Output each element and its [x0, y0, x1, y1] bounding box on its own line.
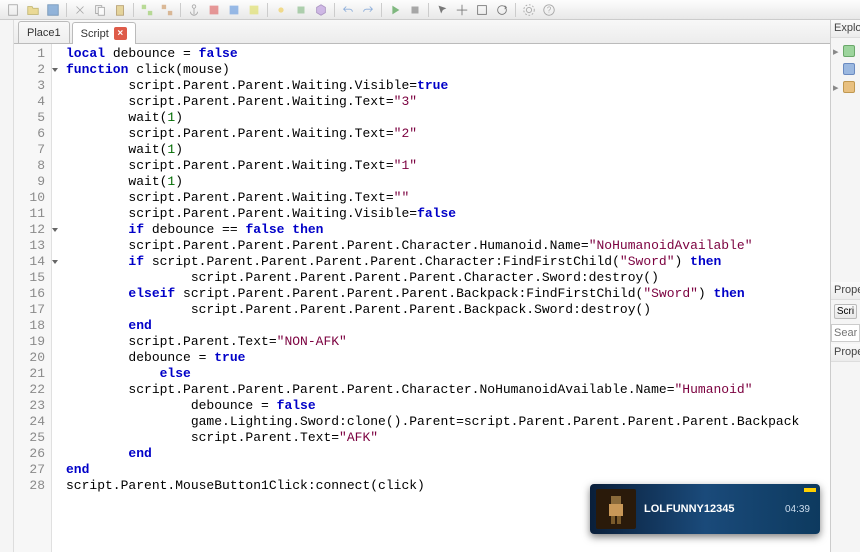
code-content[interactable]: local debounce = falsefunction click(mou… — [62, 44, 830, 552]
tree-item[interactable]: ▸ — [833, 42, 858, 60]
ungroup-icon[interactable] — [158, 2, 176, 18]
new-icon[interactable] — [4, 2, 22, 18]
explorer-tree[interactable]: ▸ ▸ — [831, 38, 860, 100]
color-icon[interactable] — [205, 2, 223, 18]
code-editor[interactable]: 1234567891011121314151617181920212223242… — [14, 44, 830, 552]
tree-item[interactable] — [833, 60, 858, 78]
search-input[interactable] — [831, 324, 860, 342]
surface-icon[interactable] — [245, 2, 263, 18]
close-icon[interactable]: × — [114, 27, 127, 40]
model-icon[interactable] — [312, 2, 330, 18]
tab-place1[interactable]: Place1 — [18, 21, 70, 43]
svg-text:?: ? — [547, 5, 552, 14]
cut-icon[interactable] — [71, 2, 89, 18]
open-icon[interactable] — [24, 2, 42, 18]
tab-script[interactable]: Script × — [72, 22, 136, 44]
script-filter-button[interactable]: Scri — [834, 304, 857, 319]
paste-icon[interactable] — [111, 2, 129, 18]
undo-icon[interactable] — [339, 2, 357, 18]
help-icon[interactable]: ? — [540, 2, 558, 18]
notification-toast[interactable]: LOLFUNNY12345 04:39 — [590, 484, 820, 534]
move-icon[interactable] — [453, 2, 471, 18]
toast-username: LOLFUNNY12345 — [644, 503, 777, 515]
tab-bar: Place1 Script × — [14, 20, 830, 44]
left-gutter — [0, 20, 14, 552]
select-icon[interactable] — [433, 2, 451, 18]
right-panel: Explor ▸ ▸ Prope Scri Prope — [830, 20, 860, 552]
tree-item[interactable]: ▸ — [833, 78, 858, 96]
explorer-header[interactable]: Explor — [831, 20, 860, 38]
toast-timestamp: 04:39 — [785, 504, 814, 515]
main-toolbar: ? — [0, 0, 860, 20]
fold-gutter[interactable] — [52, 44, 62, 552]
group-icon[interactable] — [138, 2, 156, 18]
stop-icon[interactable] — [406, 2, 424, 18]
play-icon[interactable] — [386, 2, 404, 18]
tab-label: Script — [81, 28, 109, 40]
avatar — [596, 489, 636, 529]
tab-label: Place1 — [27, 27, 61, 39]
properties-body — [831, 362, 860, 552]
copy-icon[interactable] — [91, 2, 109, 18]
save-icon[interactable] — [44, 2, 62, 18]
properties-header[interactable]: Prope — [831, 282, 860, 300]
lighting-icon[interactable] — [272, 2, 290, 18]
redo-icon[interactable] — [359, 2, 377, 18]
material-icon[interactable] — [225, 2, 243, 18]
rotate-icon[interactable] — [493, 2, 511, 18]
anchor-icon[interactable] — [185, 2, 203, 18]
settings-icon[interactable] — [520, 2, 538, 18]
insert-icon[interactable] — [292, 2, 310, 18]
properties-header-2[interactable]: Prope — [831, 344, 860, 362]
line-numbers: 1234567891011121314151617181920212223242… — [14, 44, 52, 552]
scale-icon[interactable] — [473, 2, 491, 18]
